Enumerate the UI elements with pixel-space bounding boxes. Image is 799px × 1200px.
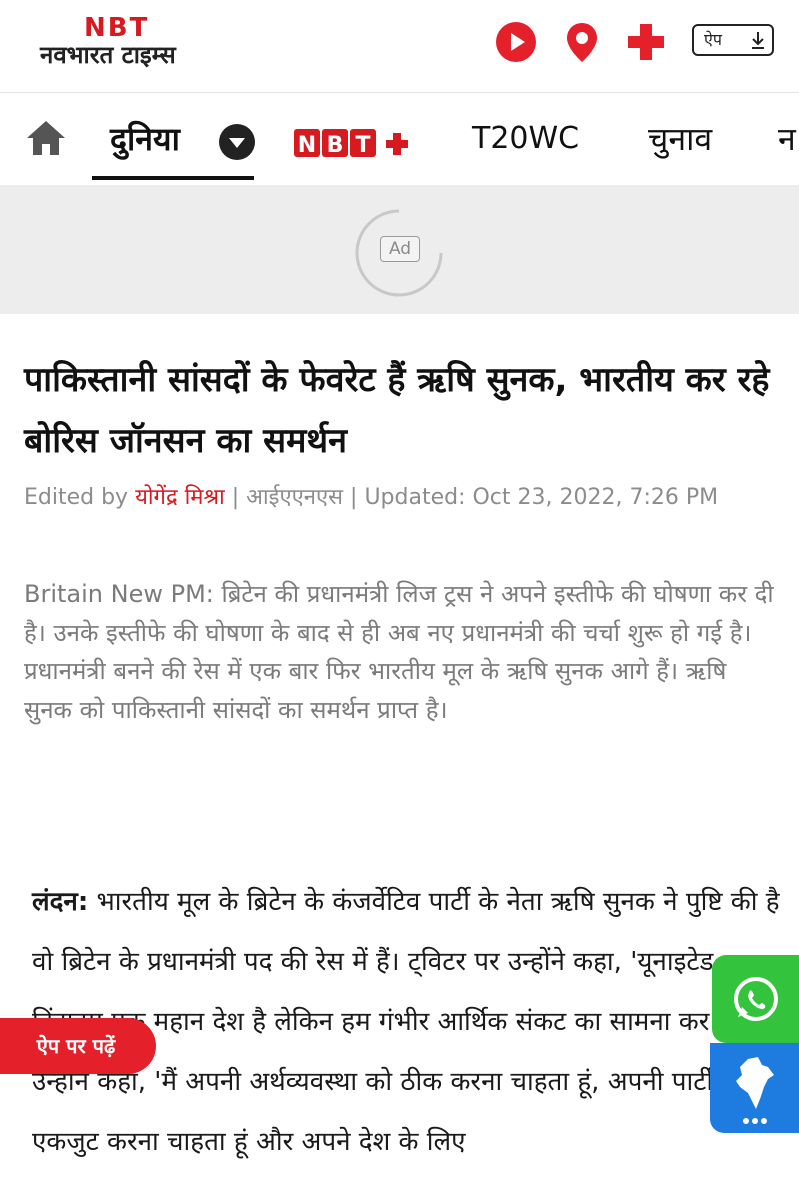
location-pin-icon[interactable] — [560, 20, 604, 64]
play-icon[interactable] — [494, 20, 538, 64]
home-icon[interactable] — [24, 118, 68, 158]
active-tab-indicator — [92, 176, 254, 180]
whatsapp-share-button[interactable] — [712, 955, 799, 1043]
nav-item-chunav[interactable]: चुनाव — [648, 93, 712, 185]
meta-separator: | — [350, 485, 365, 510]
svg-text:T: T — [355, 133, 370, 158]
svg-text:B: B — [327, 133, 344, 158]
article-source: आईएएनएस — [246, 485, 344, 510]
download-icon — [752, 32, 764, 49]
site-header: NBT नवभारत टाइम्स ऐप — [0, 0, 799, 93]
body-paragraph: भारतीय मूल के ब्रिटेन के कंजर्वेटिव पार्… — [32, 887, 782, 1157]
dateline: लंदन: — [32, 887, 89, 917]
article-headline: पाकिस्तानी सांसदों के फेवरेट हैं ऋषि सुन… — [24, 360, 770, 461]
app-download-button[interactable]: ऐप — [692, 24, 774, 56]
meta-separator: | — [231, 485, 247, 510]
article-meta: Edited by योगेंद्र मिश्रा | आईएएनएस | Up… — [24, 480, 764, 516]
article-body: लंदन: भारतीय मूल के ब्रिटेन के कंजर्वेटि… — [32, 872, 784, 1172]
site-logo[interactable]: NBT नवभारत टाइम्स — [40, 14, 210, 74]
logo-name: नवभारत टाइम्स — [40, 41, 176, 69]
ad-label: Ad — [380, 236, 420, 262]
read-in-app-button[interactable]: ऐप पर पढ़ें — [0, 1018, 156, 1074]
svg-text:N: N — [298, 133, 316, 158]
whatsapp-icon — [734, 977, 778, 1021]
nav-item-next[interactable]: न — [778, 93, 796, 185]
app-button-label: ऐप — [704, 30, 722, 49]
nav-item-t20wc[interactable]: T20WC — [472, 93, 579, 185]
edited-by-label: Edited by — [24, 485, 129, 510]
nbt-plus-logo[interactable]: N B T — [294, 125, 418, 161]
article-summary: Britain New PM: ब्रिटेन की प्रधानमंत्री … — [24, 580, 774, 724]
chevron-down-icon[interactable] — [218, 123, 256, 161]
author-link[interactable]: योगेंद्र मिश्रा — [135, 485, 225, 510]
india-map-icon — [736, 1057, 774, 1124]
plus-icon[interactable] — [624, 20, 668, 64]
updated-timestamp: Updated: Oct 23, 2022, 7:26 PM — [364, 485, 719, 510]
nav-item-duniya[interactable]: दुनिया — [110, 93, 180, 185]
india-news-button[interactable] — [710, 1043, 799, 1133]
